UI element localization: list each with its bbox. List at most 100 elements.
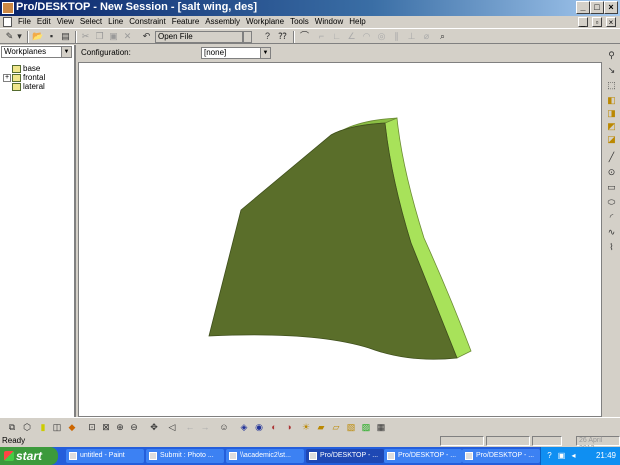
render-icon[interactable]: ◆ xyxy=(66,421,78,433)
zoom-out-icon[interactable]: ⊖ xyxy=(128,421,140,433)
help-icon[interactable]: ? xyxy=(262,31,273,42)
constraint-icon[interactable]: ⌐ xyxy=(316,31,327,42)
dimension-icon[interactable]: ∟ xyxy=(331,31,342,42)
menu-line[interactable]: Line xyxy=(105,16,126,28)
3d-viewport[interactable] xyxy=(79,63,601,416)
menu-edit[interactable]: Edit xyxy=(34,16,54,28)
radius-icon[interactable]: ◠ xyxy=(361,31,372,42)
rotate-icon[interactable]: ◁ xyxy=(166,421,178,433)
app-icon[interactable] xyxy=(2,2,14,14)
perpendicular-icon[interactable]: ⊥ xyxy=(406,31,417,42)
doc-close-button[interactable]: × xyxy=(606,17,616,27)
solid-icon[interactable]: ▰ xyxy=(315,421,327,433)
print-icon[interactable]: ▤ xyxy=(60,31,71,42)
back-icon[interactable]: ← xyxy=(184,421,196,433)
assembly-icon[interactable]: ◉ xyxy=(253,421,265,433)
wireframe-icon[interactable]: ▱ xyxy=(330,421,342,433)
taskbar-item[interactable]: \\academic2\st... xyxy=(226,449,304,463)
revolve-icon[interactable]: ◩ xyxy=(606,121,617,132)
design-canvas[interactable] xyxy=(78,62,602,417)
save-icon[interactable]: ▪ xyxy=(46,31,57,42)
browser-selector[interactable]: Workplanes ▼ xyxy=(1,46,72,58)
redraw-icon[interactable]: ☺ xyxy=(218,421,230,433)
undo-icon[interactable]: ↶ xyxy=(141,31,152,42)
menu-select[interactable]: Select xyxy=(77,16,105,28)
toolbar-divider xyxy=(27,31,29,43)
close-button[interactable]: × xyxy=(604,1,618,14)
chevron-down-icon[interactable]: ▼ xyxy=(260,48,270,58)
menu-constraint[interactable]: Constraint xyxy=(126,16,168,28)
start-button[interactable]: start xyxy=(0,447,58,465)
feature-icon[interactable]: ◧ xyxy=(606,95,617,106)
menu-help[interactable]: Help xyxy=(346,16,368,28)
circle-icon[interactable]: ⊙ xyxy=(606,167,617,178)
expand-icon[interactable]: + xyxy=(3,73,11,82)
view-iso-icon[interactable]: ⧉ xyxy=(6,421,18,433)
help-tray-icon[interactable]: ? xyxy=(545,451,554,460)
paste-icon[interactable]: ▣ xyxy=(108,31,119,42)
rectangle-icon[interactable]: ▭ xyxy=(606,182,617,193)
delete-icon[interactable]: ✕ xyxy=(122,31,133,42)
pan-icon[interactable]: ✥ xyxy=(148,421,160,433)
menu-assembly[interactable]: Assembly xyxy=(202,16,243,28)
menu-workplane[interactable]: Workplane xyxy=(243,16,287,28)
view-cube-icon[interactable]: ⬡ xyxy=(21,421,33,433)
volume-icon[interactable]: ◂ xyxy=(569,451,578,460)
select-face-icon[interactable]: ⬚ xyxy=(606,80,617,91)
hidden-line-icon[interactable]: ▧ xyxy=(345,421,357,433)
extrude-icon[interactable]: ◨ xyxy=(606,108,617,119)
doc-restore-button[interactable]: ▫ xyxy=(592,17,602,27)
open-file-dropdown[interactable] xyxy=(243,31,252,43)
spline-icon[interactable]: ∿ xyxy=(606,227,617,238)
concentric-icon[interactable]: ◎ xyxy=(376,31,387,42)
menu-window[interactable]: Window xyxy=(312,16,346,28)
box-icon[interactable]: ◫ xyxy=(51,421,63,433)
minimize-button[interactable]: _ xyxy=(576,1,590,14)
zoom-window-icon[interactable]: ⊠ xyxy=(100,421,112,433)
zoom-fit-icon[interactable]: ⊡ xyxy=(86,421,98,433)
open-icon[interactable]: 📂 xyxy=(32,31,43,42)
trim-icon[interactable]: ⌇ xyxy=(606,242,617,253)
taskbar-item[interactable]: Submit : Photo ... xyxy=(146,449,224,463)
shade-icon[interactable]: ▮ xyxy=(37,421,49,433)
chevron-down-icon[interactable]: ▾ xyxy=(14,31,25,42)
maximize-button[interactable]: □ xyxy=(590,1,604,14)
cut-icon[interactable]: ✂ xyxy=(80,31,91,42)
section-icon[interactable]: ▨ xyxy=(360,421,372,433)
copy-icon[interactable]: ❐ xyxy=(94,31,105,42)
line-icon[interactable]: ╱ xyxy=(606,152,617,163)
open-file-field[interactable]: Open File xyxy=(155,31,243,43)
menu-view[interactable]: View xyxy=(54,16,77,28)
part-icon[interactable]: ◈ xyxy=(238,421,250,433)
taskbar-item[interactable]: untitled - Paint xyxy=(66,449,144,463)
taskbar-item[interactable]: Pro/DESKTOP - ... xyxy=(384,449,462,463)
network-icon[interactable]: ▣ xyxy=(557,451,566,460)
taskbar-item[interactable]: Pro/DESKTOP - ... xyxy=(462,449,540,463)
tangent-icon[interactable]: ⌀ xyxy=(421,31,432,42)
forward-icon[interactable]: → xyxy=(199,421,211,433)
chevron-down-icon[interactable]: ▼ xyxy=(61,47,71,57)
doc-minimize-button[interactable]: _ xyxy=(578,17,588,27)
sweep-icon[interactable]: ◪ xyxy=(606,134,617,145)
arc-icon[interactable]: ◜ xyxy=(606,212,617,223)
menu-feature[interactable]: Feature xyxy=(169,16,203,28)
angle-icon[interactable]: ∠ xyxy=(346,31,357,42)
texture-icon[interactable]: ◑ xyxy=(283,421,295,433)
ellipse-icon[interactable]: ⬭ xyxy=(606,197,617,208)
sketch-icon[interactable]: ⌒ xyxy=(299,31,310,42)
search-icon[interactable]: ⌕ xyxy=(437,31,448,42)
configuration-select[interactable]: [none] ▼ xyxy=(201,47,271,59)
menu-file[interactable]: File xyxy=(15,16,34,28)
taskbar-item-active[interactable]: Pro/DESKTOP - ... xyxy=(306,449,384,463)
select-edge-icon[interactable]: ↘ xyxy=(606,65,617,76)
zoom-in-icon[interactable]: ⊕ xyxy=(114,421,126,433)
select-icon[interactable]: ⚲ xyxy=(606,50,617,61)
document-icon[interactable] xyxy=(3,17,12,27)
menu-tools[interactable]: Tools xyxy=(287,16,312,28)
context-help-icon[interactable]: ⁇ xyxy=(277,31,288,42)
properties-icon[interactable]: ▦ xyxy=(375,421,387,433)
tree-item-lateral[interactable]: lateral xyxy=(3,82,45,92)
parallel-icon[interactable]: ∥ xyxy=(391,31,402,42)
light-icon[interactable]: ☀ xyxy=(300,421,312,433)
material-icon[interactable]: ◐ xyxy=(268,421,280,433)
